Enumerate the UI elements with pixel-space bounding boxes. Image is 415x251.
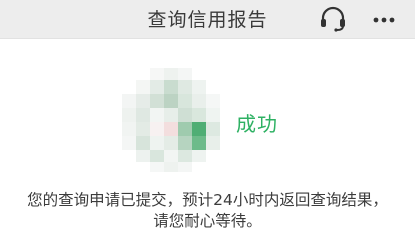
support-button[interactable] [316,3,350,35]
headset-icon [321,6,345,32]
page-title: 查询信用报告 [147,9,268,31]
nav-header: 查询信用报告 [0,0,415,39]
status-message: 您的查询申请已提交，预计24小时内返回查询结果，请您耐心等待。 [27,191,388,230]
page: 查询信用报告 成功 您的查询申请已提交，预计24小时内返回查询结果，请您耐心等待… [0,0,415,251]
more-button[interactable] [366,6,402,32]
avatar [118,66,226,174]
status-label: 成功 [236,112,278,136]
ellipsis-icon [373,17,395,23]
pixelated-avatar-icon [122,68,220,172]
